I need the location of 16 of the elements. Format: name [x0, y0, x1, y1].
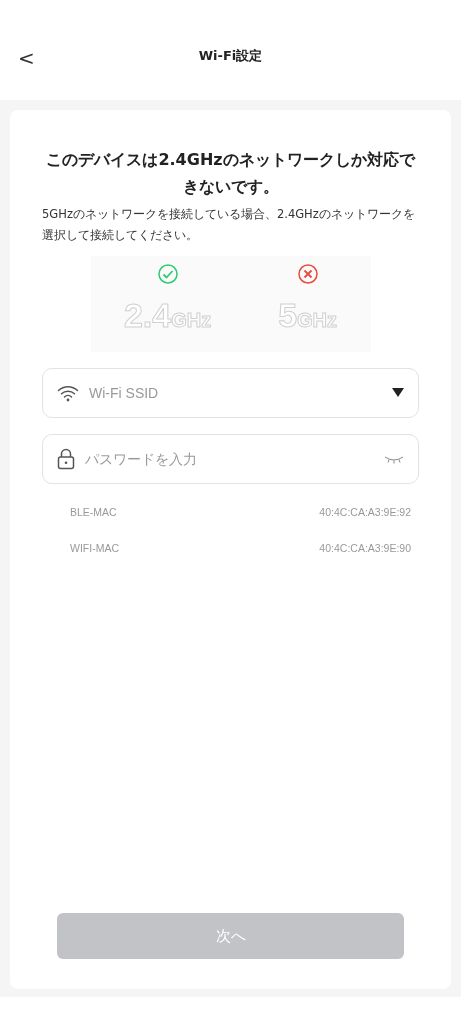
ssid-field[interactable]: Wi-Fi SSID — [42, 368, 419, 418]
window-title: Wi-Fi設定 — [198, 47, 263, 65]
wifi-icon — [57, 384, 79, 402]
notice-text: 5GHzのネットワークを接続している場合、2.4GHzのネットワークを選択して接続してください。 — [42, 206, 416, 244]
info-value: 40:4C:CA:A3:9E:92 — [319, 506, 411, 518]
dropdown-caret-icon[interactable] — [392, 388, 404, 398]
lock-icon — [57, 448, 75, 470]
ssid-input[interactable]: Wi-Fi SSID — [87, 384, 384, 402]
info-label: BLE-MAC — [70, 506, 117, 518]
back-button[interactable]: < — [14, 46, 39, 70]
closed-eye-icon[interactable] — [384, 454, 404, 464]
info-label: WIFI-MAC — [70, 542, 119, 554]
info-value: 40:4C:CA:A3:9E:90 — [319, 542, 411, 554]
notice-title: このデバイスは2.4GHzのネットワークしか対応できないです。 — [45, 149, 417, 198]
password-field[interactable]: パスワードを入力 — [42, 434, 419, 484]
password-input[interactable]: パスワードを入力 — [83, 450, 376, 468]
